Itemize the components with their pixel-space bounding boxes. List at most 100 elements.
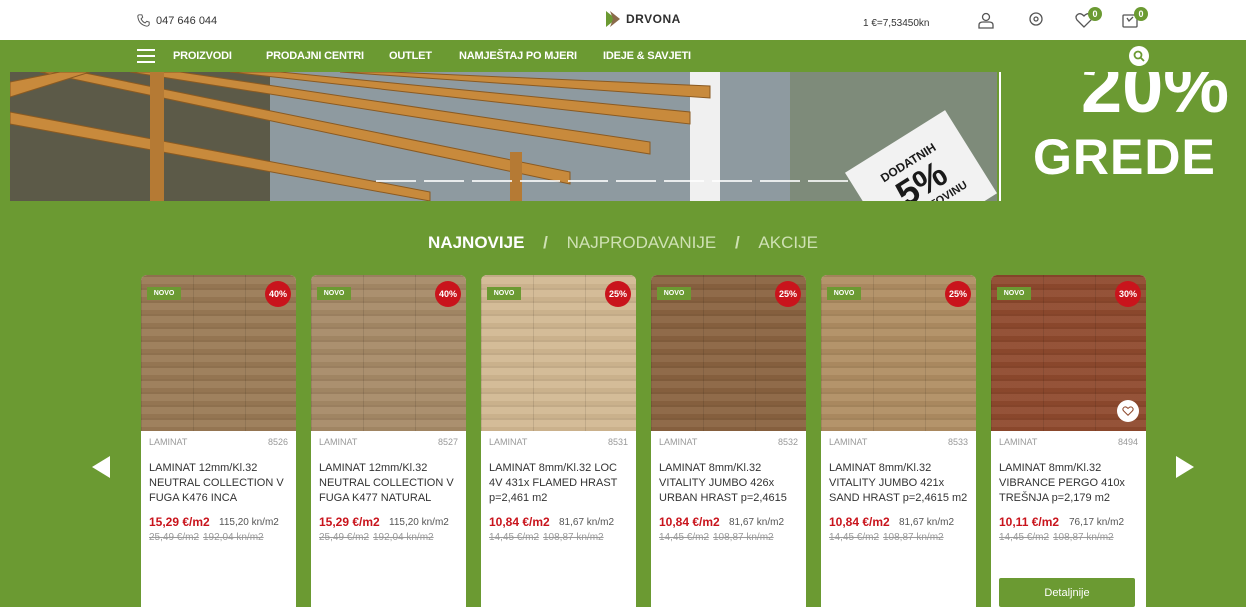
product-card[interactable]: NOVO 25% LAMINAT 8532 LAMINAT 8mm/Kl.32 VITA…: [651, 275, 806, 607]
product-old-price: 14,45 €/m2: [999, 532, 1050, 543]
nav-item-outlet[interactable]: OUTLET: [389, 50, 432, 62]
carousel-prev-button[interactable]: [92, 456, 110, 478]
product-old-price: 25,49 €/m2: [319, 532, 370, 543]
product-category: LAMINAT: [149, 437, 188, 447]
nav-item-prodajni-centri[interactable]: PRODAJNI CENTRI: [266, 50, 364, 62]
product-price-kn: 81,67 kn/m2: [729, 517, 785, 528]
account-button[interactable]: [976, 10, 996, 30]
product-price-kn: 115,20 kn/m2: [389, 517, 449, 528]
product-price: 10,84 €/m2: [659, 515, 720, 529]
product-title[interactable]: LAMINAT 8mm/Kl.32 VITALITY JUMBO 421x SA…: [829, 461, 971, 506]
slider-dot[interactable]: [376, 180, 416, 182]
novo-badge: NOVO: [827, 287, 861, 300]
product-title[interactable]: LAMINAT 8mm/Kl.32 VIBRANCE PERGO 410x TR…: [999, 461, 1141, 506]
product-category: LAMINAT: [999, 437, 1038, 447]
product-price: 15,29 €/m2: [319, 515, 380, 529]
logo-icon: [606, 11, 620, 27]
product-price: 10,84 €/m2: [489, 515, 550, 529]
product-card[interactable]: NOVO 40% LAMINAT 8527 LAMINAT 12mm/Kl.32 NEU…: [311, 275, 466, 607]
slider-dot[interactable]: [520, 180, 560, 182]
product-price: 10,84 €/m2: [829, 515, 890, 529]
product-sku: 8531: [607, 437, 628, 447]
product-old-price-kn: 108,87 kn/m2: [1053, 532, 1114, 543]
product-sku: 8527: [437, 437, 458, 447]
tab-separator: /: [734, 233, 740, 252]
product-category: LAMINAT: [829, 437, 868, 447]
product-card[interactable]: NOVO 25% LAMINAT 8531 LAMINAT 8mm/Kl.32 LOC …: [481, 275, 636, 607]
site-logo[interactable]: DRVONA: [604, 9, 681, 29]
product-title[interactable]: LAMINAT 12mm/Kl.32 NEUTRAL COLLECTION V …: [319, 461, 461, 506]
main-navigation: PROIZVODI PRODAJNI CENTRI OUTLET NAMJEŠT…: [0, 40, 1246, 72]
cart-count-badge: 0: [1134, 7, 1148, 21]
product-sku: 8494: [1117, 437, 1138, 447]
details-button[interactable]: Detaljnije: [999, 578, 1135, 607]
slider-dot[interactable]: [712, 180, 752, 182]
tab-separator: /: [543, 233, 548, 252]
slider-dot[interactable]: [568, 180, 608, 182]
novo-badge: NOVO: [317, 287, 351, 300]
store-locator-button[interactable]: [1026, 10, 1046, 30]
novo-badge: NOVO: [657, 287, 691, 300]
wishlist-button[interactable]: 0: [1074, 7, 1102, 30]
slider-dot[interactable]: [760, 180, 800, 182]
product-old-price-kn: 192,04 kn/m2: [373, 532, 434, 543]
discount-badge: 25%: [945, 281, 971, 307]
product-old-price-kn: 108,87 kn/m2: [543, 532, 604, 543]
carousel-next-button[interactable]: [1176, 456, 1194, 478]
product-sku: 8526: [267, 437, 288, 447]
cart-button[interactable]: 0: [1120, 7, 1148, 30]
promo-percent: 20%: [1081, 72, 1230, 128]
slider-dot[interactable]: [808, 180, 848, 182]
slider-dot[interactable]: [664, 180, 704, 182]
product-price-kn: 115,20 kn/m2: [219, 517, 279, 528]
product-sku: 8533: [947, 437, 968, 447]
product-category: LAMINAT: [489, 437, 528, 447]
product-sku: 8532: [777, 437, 798, 447]
product-category: LAMINAT: [659, 437, 698, 447]
product-price: 10,11 €/m2: [999, 515, 1060, 529]
discount-badge: 40%: [435, 281, 461, 307]
product-title[interactable]: LAMINAT 8mm/Kl.32 LOC 4V 431x FLAMED HRA…: [489, 461, 631, 506]
hero-banner[interactable]: DODATNIH 5% ZA GOTOVINU: [10, 72, 997, 201]
slider-dot[interactable]: [424, 180, 464, 182]
discount-badge: 25%: [775, 281, 801, 307]
product-title[interactable]: LAMINAT 8mm/Kl.32 VITALITY JUMBO 426x UR…: [659, 461, 801, 506]
tab-akcije[interactable]: AKCIJE: [758, 233, 818, 252]
phone-number[interactable]: 047 646 044: [156, 15, 217, 27]
heart-icon: [1122, 406, 1134, 417]
phone-contact[interactable]: 047 646 044: [137, 14, 217, 27]
nav-item-proizvodi[interactable]: PROIZVODI: [173, 50, 232, 62]
slider-dots[interactable]: [376, 180, 848, 182]
slider-dot[interactable]: [472, 180, 512, 182]
slider-dot[interactable]: [616, 180, 656, 182]
search-button[interactable]: [1129, 46, 1149, 66]
product-old-price: 14,45 €/m2: [829, 532, 880, 543]
nav-item-ideje-savjeti[interactable]: IDEJE & SAVJETI: [603, 50, 691, 62]
banner-promo-panel[interactable]: 20% GREDE: [999, 72, 1246, 201]
novo-badge: NOVO: [997, 287, 1031, 300]
product-category: LAMINAT: [319, 437, 358, 447]
novo-badge: NOVO: [147, 287, 181, 300]
product-old-price: 25,49 €/m2: [149, 532, 200, 543]
menu-icon[interactable]: [137, 49, 155, 63]
product-old-price: 14,45 €/m2: [659, 532, 710, 543]
product-card[interactable]: NOVO 25% LAMINAT 8533 LAMINAT 8mm/Kl.32 VITA…: [821, 275, 976, 607]
wishlist-count-badge: 0: [1088, 7, 1102, 21]
product-old-price-kn: 108,87 kn/m2: [713, 532, 774, 543]
logo-text: DRVONA: [626, 12, 681, 26]
promo-headline: GREDE: [1033, 129, 1216, 185]
tab-najnovije[interactable]: NAJNOVIJE: [428, 233, 524, 252]
product-title[interactable]: LAMINAT 12mm/Kl.32 NEUTRAL COLLECTION V …: [149, 461, 291, 506]
nav-item-namjestaj-po-mjeri[interactable]: NAMJEŠTAJ PO MJERI: [459, 50, 577, 62]
novo-badge: NOVO: [487, 287, 521, 300]
product-card[interactable]: NOVO 30% LAMINAT 8494 LAMINAT 8mm/Kl.32 VIBR…: [991, 275, 1146, 607]
exchange-rate: 1 €=7,53450kn: [863, 18, 930, 29]
top-bar: 047 646 044 DRVONA 1 €=7,53450kn 0 0: [0, 0, 1246, 40]
tab-najprodavanije[interactable]: NAJPRODAVANIJE: [567, 233, 717, 252]
product-old-price-kn: 192,04 kn/m2: [203, 532, 264, 543]
add-to-wishlist-button[interactable]: [1117, 400, 1139, 422]
product-old-price-kn: 108,87 kn/m2: [883, 532, 944, 543]
user-icon: [978, 12, 994, 29]
discount-badge: 40%: [265, 281, 291, 307]
product-card[interactable]: NOVO 40% LAMINAT 8526 LAMINAT 12mm/Kl.32 NEU…: [141, 275, 296, 607]
